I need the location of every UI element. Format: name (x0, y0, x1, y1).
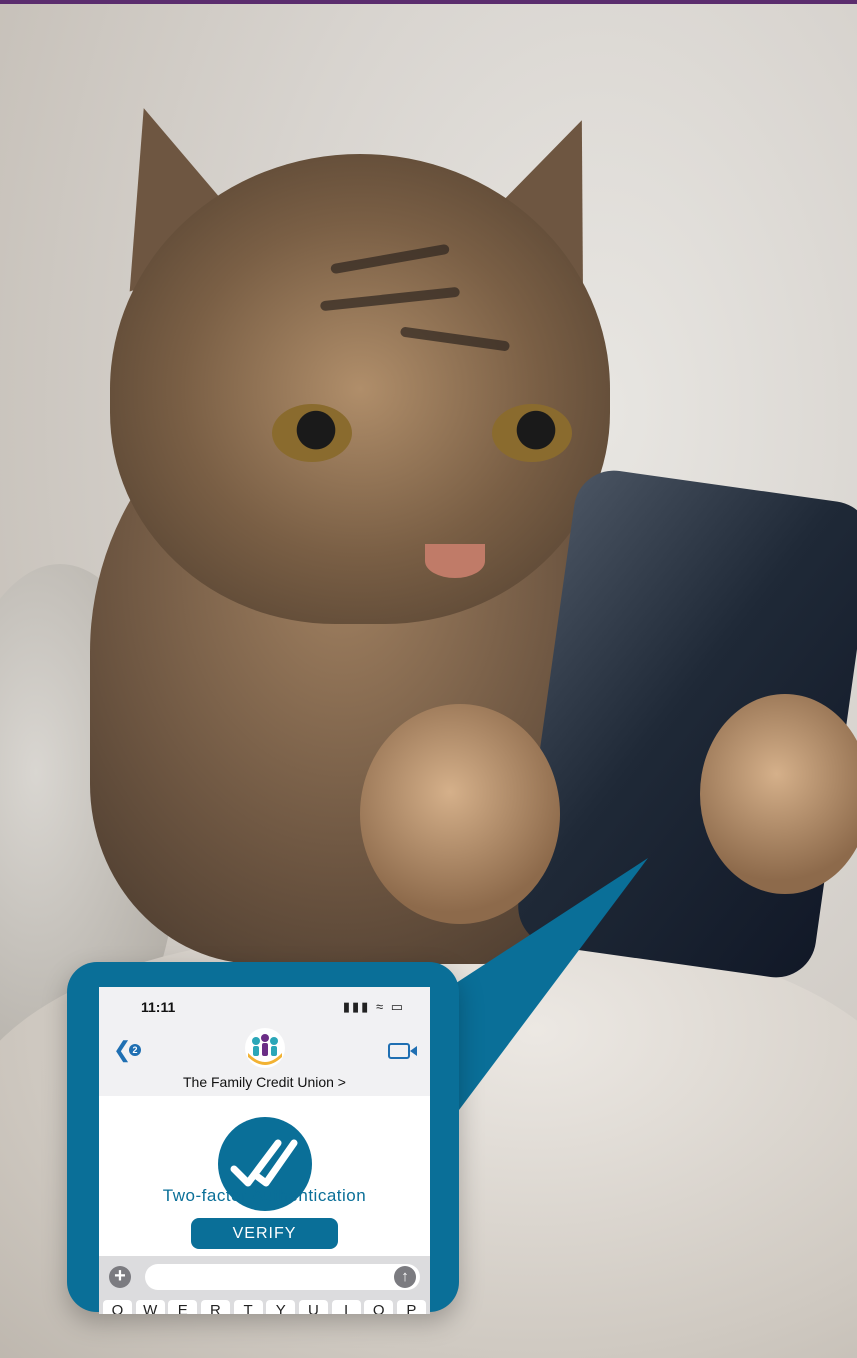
keyboard-key[interactable]: R (200, 1300, 230, 1314)
cat-head (110, 154, 610, 624)
status-icons: ▮▮▮ ≈ ▭ (343, 999, 405, 1015)
verify-button[interactable]: VERIFY (191, 1218, 338, 1249)
unread-count-badge: 2 (129, 1044, 141, 1056)
cat-eye-left (272, 404, 352, 462)
contact-name[interactable]: The Family Credit Union > (99, 1074, 430, 1090)
keyboard-key[interactable]: P (396, 1300, 426, 1314)
phone-screen: 11:11 ▮▮▮ ≈ ▭ ❮ 2 The Family Credit Unio… (99, 987, 430, 1314)
keyboard-key[interactable]: I (331, 1300, 361, 1314)
send-arrow-icon[interactable]: ↑ (394, 1266, 416, 1288)
battery-icon: ▭ (390, 999, 405, 1014)
message-title: Two-factor Authentication (162, 1186, 367, 1205)
keyboard-key[interactable]: T (233, 1300, 263, 1314)
cat-paw-right (700, 694, 857, 894)
keyboard-key[interactable]: U (298, 1300, 328, 1314)
video-call-icon[interactable] (388, 1043, 417, 1059)
signal-icon: ▮▮▮ (342, 999, 371, 1014)
keyboard-key[interactable]: Q (103, 1300, 132, 1314)
keyboard-key[interactable]: W (135, 1300, 165, 1314)
keyboard-row: Q W E R T Y U I O P (103, 1300, 426, 1314)
messages-header: 11:11 ▮▮▮ ≈ ▭ ❮ 2 The Family Credit Unio… (99, 987, 430, 1096)
cat-paw-left (360, 704, 560, 924)
keyboard-key[interactable]: O (364, 1300, 394, 1314)
keyboard-key[interactable]: Y (266, 1300, 296, 1314)
message-input-bar: + ↑ Q W E R T Y U I O P (99, 1256, 430, 1314)
message-input[interactable] (145, 1264, 420, 1290)
plus-icon[interactable]: + (109, 1266, 131, 1288)
keyboard-key[interactable]: E (168, 1300, 198, 1314)
cat-eye-right (492, 404, 572, 462)
credit-union-logo-icon[interactable] (244, 1027, 286, 1069)
wifi-icon: ≈ (375, 999, 386, 1014)
cat-nose (425, 544, 485, 578)
status-time: 11:11 (141, 999, 176, 1015)
